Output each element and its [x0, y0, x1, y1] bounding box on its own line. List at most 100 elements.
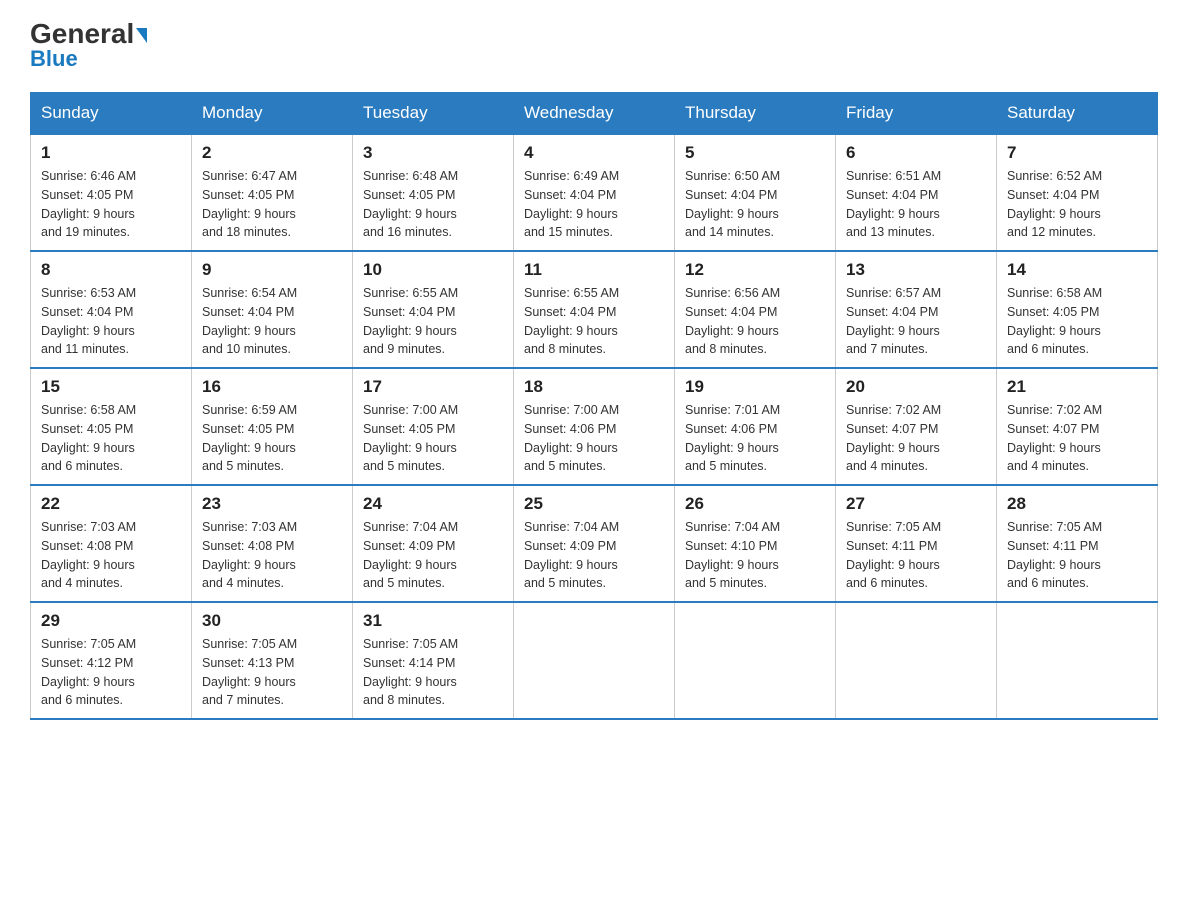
day-number: 2	[202, 143, 342, 163]
day-number: 14	[1007, 260, 1147, 280]
calendar-cell: 25 Sunrise: 7:04 AM Sunset: 4:09 PM Dayl…	[514, 485, 675, 602]
day-number: 28	[1007, 494, 1147, 514]
calendar-cell	[514, 602, 675, 719]
day-info: Sunrise: 6:47 AM Sunset: 4:05 PM Dayligh…	[202, 167, 342, 242]
day-number: 30	[202, 611, 342, 631]
calendar-cell	[997, 602, 1158, 719]
calendar-cell: 14 Sunrise: 6:58 AM Sunset: 4:05 PM Dayl…	[997, 251, 1158, 368]
week-row-1: 1 Sunrise: 6:46 AM Sunset: 4:05 PM Dayli…	[31, 134, 1158, 251]
calendar-cell: 23 Sunrise: 7:03 AM Sunset: 4:08 PM Dayl…	[192, 485, 353, 602]
calendar-cell: 29 Sunrise: 7:05 AM Sunset: 4:12 PM Dayl…	[31, 602, 192, 719]
day-number: 10	[363, 260, 503, 280]
day-number: 27	[846, 494, 986, 514]
calendar-cell: 20 Sunrise: 7:02 AM Sunset: 4:07 PM Dayl…	[836, 368, 997, 485]
calendar-cell: 28 Sunrise: 7:05 AM Sunset: 4:11 PM Dayl…	[997, 485, 1158, 602]
day-info: Sunrise: 7:04 AM Sunset: 4:09 PM Dayligh…	[524, 518, 664, 593]
day-info: Sunrise: 7:03 AM Sunset: 4:08 PM Dayligh…	[41, 518, 181, 593]
day-info: Sunrise: 7:05 AM Sunset: 4:12 PM Dayligh…	[41, 635, 181, 710]
day-info: Sunrise: 6:53 AM Sunset: 4:04 PM Dayligh…	[41, 284, 181, 359]
calendar-cell: 8 Sunrise: 6:53 AM Sunset: 4:04 PM Dayli…	[31, 251, 192, 368]
day-info: Sunrise: 7:00 AM Sunset: 4:06 PM Dayligh…	[524, 401, 664, 476]
calendar-cell: 21 Sunrise: 7:02 AM Sunset: 4:07 PM Dayl…	[997, 368, 1158, 485]
day-number: 26	[685, 494, 825, 514]
calendar-cell: 30 Sunrise: 7:05 AM Sunset: 4:13 PM Dayl…	[192, 602, 353, 719]
day-number: 12	[685, 260, 825, 280]
day-info: Sunrise: 7:05 AM Sunset: 4:11 PM Dayligh…	[846, 518, 986, 593]
calendar-table: SundayMondayTuesdayWednesdayThursdayFrid…	[30, 92, 1158, 720]
day-info: Sunrise: 6:55 AM Sunset: 4:04 PM Dayligh…	[524, 284, 664, 359]
day-info: Sunrise: 6:52 AM Sunset: 4:04 PM Dayligh…	[1007, 167, 1147, 242]
day-info: Sunrise: 7:01 AM Sunset: 4:06 PM Dayligh…	[685, 401, 825, 476]
day-number: 19	[685, 377, 825, 397]
day-info: Sunrise: 6:55 AM Sunset: 4:04 PM Dayligh…	[363, 284, 503, 359]
calendar-header-row: SundayMondayTuesdayWednesdayThursdayFrid…	[31, 93, 1158, 135]
calendar-cell	[836, 602, 997, 719]
week-row-3: 15 Sunrise: 6:58 AM Sunset: 4:05 PM Dayl…	[31, 368, 1158, 485]
calendar-cell: 17 Sunrise: 7:00 AM Sunset: 4:05 PM Dayl…	[353, 368, 514, 485]
calendar-cell: 24 Sunrise: 7:04 AM Sunset: 4:09 PM Dayl…	[353, 485, 514, 602]
day-number: 7	[1007, 143, 1147, 163]
page-header: General Blue	[30, 20, 1158, 72]
day-info: Sunrise: 6:58 AM Sunset: 4:05 PM Dayligh…	[41, 401, 181, 476]
logo: General Blue	[30, 20, 147, 72]
day-info: Sunrise: 7:03 AM Sunset: 4:08 PM Dayligh…	[202, 518, 342, 593]
calendar-cell: 19 Sunrise: 7:01 AM Sunset: 4:06 PM Dayl…	[675, 368, 836, 485]
day-info: Sunrise: 6:57 AM Sunset: 4:04 PM Dayligh…	[846, 284, 986, 359]
calendar-cell: 31 Sunrise: 7:05 AM Sunset: 4:14 PM Dayl…	[353, 602, 514, 719]
calendar-cell: 22 Sunrise: 7:03 AM Sunset: 4:08 PM Dayl…	[31, 485, 192, 602]
day-number: 9	[202, 260, 342, 280]
day-number: 23	[202, 494, 342, 514]
header-saturday: Saturday	[997, 93, 1158, 135]
day-info: Sunrise: 6:46 AM Sunset: 4:05 PM Dayligh…	[41, 167, 181, 242]
week-row-4: 22 Sunrise: 7:03 AM Sunset: 4:08 PM Dayl…	[31, 485, 1158, 602]
header-thursday: Thursday	[675, 93, 836, 135]
day-number: 18	[524, 377, 664, 397]
calendar-cell: 10 Sunrise: 6:55 AM Sunset: 4:04 PM Dayl…	[353, 251, 514, 368]
day-info: Sunrise: 7:00 AM Sunset: 4:05 PM Dayligh…	[363, 401, 503, 476]
day-number: 15	[41, 377, 181, 397]
day-number: 13	[846, 260, 986, 280]
day-info: Sunrise: 7:05 AM Sunset: 4:11 PM Dayligh…	[1007, 518, 1147, 593]
day-info: Sunrise: 6:54 AM Sunset: 4:04 PM Dayligh…	[202, 284, 342, 359]
day-number: 8	[41, 260, 181, 280]
day-number: 31	[363, 611, 503, 631]
calendar-cell: 1 Sunrise: 6:46 AM Sunset: 4:05 PM Dayli…	[31, 134, 192, 251]
logo-general: General	[30, 20, 147, 48]
day-info: Sunrise: 7:05 AM Sunset: 4:14 PM Dayligh…	[363, 635, 503, 710]
day-number: 11	[524, 260, 664, 280]
day-number: 20	[846, 377, 986, 397]
day-number: 21	[1007, 377, 1147, 397]
day-info: Sunrise: 6:56 AM Sunset: 4:04 PM Dayligh…	[685, 284, 825, 359]
day-info: Sunrise: 6:48 AM Sunset: 4:05 PM Dayligh…	[363, 167, 503, 242]
header-friday: Friday	[836, 93, 997, 135]
calendar-cell: 2 Sunrise: 6:47 AM Sunset: 4:05 PM Dayli…	[192, 134, 353, 251]
calendar-cell: 9 Sunrise: 6:54 AM Sunset: 4:04 PM Dayli…	[192, 251, 353, 368]
day-info: Sunrise: 6:50 AM Sunset: 4:04 PM Dayligh…	[685, 167, 825, 242]
day-number: 16	[202, 377, 342, 397]
calendar-cell: 13 Sunrise: 6:57 AM Sunset: 4:04 PM Dayl…	[836, 251, 997, 368]
calendar-cell: 16 Sunrise: 6:59 AM Sunset: 4:05 PM Dayl…	[192, 368, 353, 485]
day-number: 17	[363, 377, 503, 397]
calendar-cell: 5 Sunrise: 6:50 AM Sunset: 4:04 PM Dayli…	[675, 134, 836, 251]
calendar-cell: 26 Sunrise: 7:04 AM Sunset: 4:10 PM Dayl…	[675, 485, 836, 602]
day-info: Sunrise: 7:05 AM Sunset: 4:13 PM Dayligh…	[202, 635, 342, 710]
day-number: 4	[524, 143, 664, 163]
calendar-cell	[675, 602, 836, 719]
day-number: 5	[685, 143, 825, 163]
day-info: Sunrise: 7:04 AM Sunset: 4:10 PM Dayligh…	[685, 518, 825, 593]
day-info: Sunrise: 7:02 AM Sunset: 4:07 PM Dayligh…	[846, 401, 986, 476]
day-number: 6	[846, 143, 986, 163]
calendar-cell: 12 Sunrise: 6:56 AM Sunset: 4:04 PM Dayl…	[675, 251, 836, 368]
day-number: 3	[363, 143, 503, 163]
day-number: 22	[41, 494, 181, 514]
day-info: Sunrise: 6:58 AM Sunset: 4:05 PM Dayligh…	[1007, 284, 1147, 359]
day-info: Sunrise: 7:04 AM Sunset: 4:09 PM Dayligh…	[363, 518, 503, 593]
day-number: 29	[41, 611, 181, 631]
header-monday: Monday	[192, 93, 353, 135]
header-wednesday: Wednesday	[514, 93, 675, 135]
day-info: Sunrise: 7:02 AM Sunset: 4:07 PM Dayligh…	[1007, 401, 1147, 476]
calendar-cell: 6 Sunrise: 6:51 AM Sunset: 4:04 PM Dayli…	[836, 134, 997, 251]
day-number: 24	[363, 494, 503, 514]
calendar-cell: 4 Sunrise: 6:49 AM Sunset: 4:04 PM Dayli…	[514, 134, 675, 251]
calendar-cell: 7 Sunrise: 6:52 AM Sunset: 4:04 PM Dayli…	[997, 134, 1158, 251]
